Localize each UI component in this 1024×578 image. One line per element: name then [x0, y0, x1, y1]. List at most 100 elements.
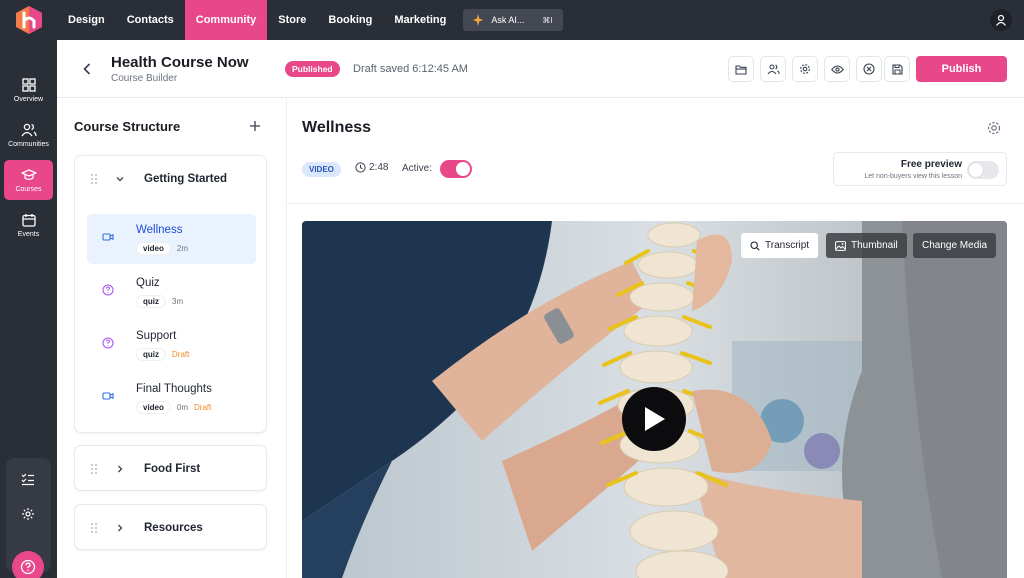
video-player[interactable]: Transcript Thumbnail Change Media	[302, 221, 1007, 578]
change-media-button[interactable]: Change Media	[913, 233, 997, 258]
question-circle-icon	[102, 337, 114, 349]
ask-ai-label: Ask AI...	[491, 15, 525, 25]
section-card: Resources	[74, 504, 267, 550]
chevron-down-icon[interactable]	[115, 174, 125, 184]
nav-design[interactable]: Design	[57, 0, 116, 40]
lesson-duration: 0m	[176, 403, 189, 412]
lesson-meta: video 2m	[136, 242, 188, 255]
draft-saved-text: Draft saved 6:12:45 AM	[353, 63, 468, 75]
user-menu-button[interactable]	[990, 9, 1012, 31]
nav-community[interactable]: Community	[184, 0, 268, 40]
save-button[interactable]	[884, 56, 910, 82]
rail-label: Overview	[13, 95, 44, 103]
rail-label: Courses	[15, 185, 42, 193]
rail-overview[interactable]: Overview	[4, 70, 53, 110]
lesson-name: Final Thoughts	[136, 383, 212, 395]
section-header[interactable]: Resources	[75, 505, 268, 551]
rail-events[interactable]: Events	[4, 205, 53, 245]
add-section-button[interactable]	[247, 118, 263, 134]
drag-handle-icon[interactable]	[90, 522, 98, 534]
lesson-item-support[interactable]: Support quiz Draft	[87, 320, 256, 370]
section-card: Food First	[74, 445, 267, 491]
free-preview-title: Free preview	[900, 159, 962, 170]
status-badge: Published	[285, 61, 340, 77]
app-logo[interactable]	[0, 0, 57, 40]
lesson-name: Wellness	[136, 224, 183, 236]
folder-button[interactable]	[728, 56, 754, 82]
logo-icon	[15, 6, 42, 34]
transcript-button[interactable]: Transcript	[741, 233, 819, 258]
video-camera-icon	[102, 392, 114, 400]
section-name: Resources	[144, 522, 203, 534]
rail-communities[interactable]: Communities	[4, 115, 53, 155]
gear-icon	[800, 64, 810, 74]
drag-handle-icon[interactable]	[90, 463, 98, 475]
lesson-item-wellness[interactable]: Wellness video 2m	[87, 214, 256, 264]
plus-icon	[250, 121, 260, 131]
rail-label: Communities	[8, 140, 49, 148]
clock-icon	[355, 162, 366, 173]
settings-gear-icon[interactable]	[21, 507, 35, 521]
publish-button[interactable]: Publish	[916, 56, 1007, 82]
unpublish-button[interactable]	[856, 56, 882, 82]
calendar-icon	[21, 213, 36, 227]
course-structure-title: Course Structure	[74, 119, 181, 134]
lesson-duration-row: 2:48	[355, 162, 388, 173]
lesson-item-quiz[interactable]: Quiz quiz 3m	[87, 267, 256, 317]
image-icon	[835, 240, 846, 251]
free-preview-box: Free preview Let non-buyers view this le…	[833, 152, 1007, 186]
section-card: Getting Started Wellness video 2m Quiz q…	[74, 155, 267, 433]
course-header: Health Course Now Course Builder Publish…	[57, 40, 1024, 98]
draft-label: Draft	[194, 403, 212, 412]
top-navigation: Design Contacts Community Store Booking …	[0, 0, 1024, 40]
help-icon	[20, 559, 36, 575]
section-header[interactable]: Food First	[75, 446, 268, 492]
lesson-title: Wellness	[302, 119, 372, 136]
nav-contacts[interactable]: Contacts	[116, 0, 185, 40]
course-title: Health Course Now	[111, 54, 249, 71]
active-toggle[interactable]	[440, 160, 472, 178]
sparkle-icon	[473, 14, 484, 26]
free-preview-toggle[interactable]	[967, 161, 999, 179]
ask-ai-button[interactable]: Ask AI... ⌘I	[463, 9, 563, 31]
save-icon	[891, 63, 903, 75]
lesson-meta: quiz 3m	[136, 295, 183, 308]
lesson-duration: 2m	[176, 244, 189, 253]
people-icon	[20, 123, 37, 136]
members-button[interactable]	[760, 56, 786, 82]
thumbnail-label: Thumbnail	[851, 240, 898, 251]
close-circle-icon	[863, 63, 875, 75]
rail-courses[interactable]: Courses	[4, 160, 53, 200]
help-button[interactable]	[12, 551, 44, 578]
drag-handle-icon[interactable]	[90, 173, 98, 185]
chevron-right-icon[interactable]	[115, 464, 125, 474]
user-icon	[996, 14, 1006, 26]
free-preview-subtitle: Let non-buyers view this lesson	[864, 173, 962, 180]
thumbnail-button[interactable]: Thumbnail	[826, 233, 907, 258]
play-button[interactable]	[622, 387, 686, 451]
checklist-icon[interactable]	[21, 473, 35, 486]
lesson-name: Support	[136, 330, 177, 342]
lesson-type-tag: quiz	[136, 348, 166, 361]
section-header[interactable]: Getting Started	[75, 156, 268, 202]
rail-label: Events	[17, 230, 40, 238]
graduation-cap-icon	[20, 168, 37, 180]
search-icon	[750, 240, 760, 251]
lesson-type-tag: video	[136, 401, 171, 414]
course-subtitle: Course Builder	[111, 73, 178, 84]
course-structure-panel: Course Structure Getting Started Wellnes…	[57, 98, 287, 578]
lesson-item-final-thoughts[interactable]: Final Thoughts video 0m Draft	[87, 373, 256, 423]
preview-button[interactable]	[824, 56, 850, 82]
back-button[interactable]	[77, 58, 97, 80]
nav-marketing[interactable]: Marketing	[383, 0, 457, 40]
settings-button[interactable]	[792, 56, 818, 82]
chevron-right-icon[interactable]	[115, 523, 125, 533]
lesson-duration-value: 2:48	[369, 162, 389, 173]
lesson-meta: video 0m Draft	[136, 401, 211, 414]
nav-store[interactable]: Store	[267, 0, 317, 40]
lesson-settings-gear-icon[interactable]	[986, 120, 1002, 136]
nav-booking[interactable]: Booking	[317, 0, 383, 40]
lesson-meta: quiz Draft	[136, 348, 189, 361]
lesson-duration: 3m	[172, 297, 184, 306]
rail-tools-panel	[6, 458, 51, 578]
